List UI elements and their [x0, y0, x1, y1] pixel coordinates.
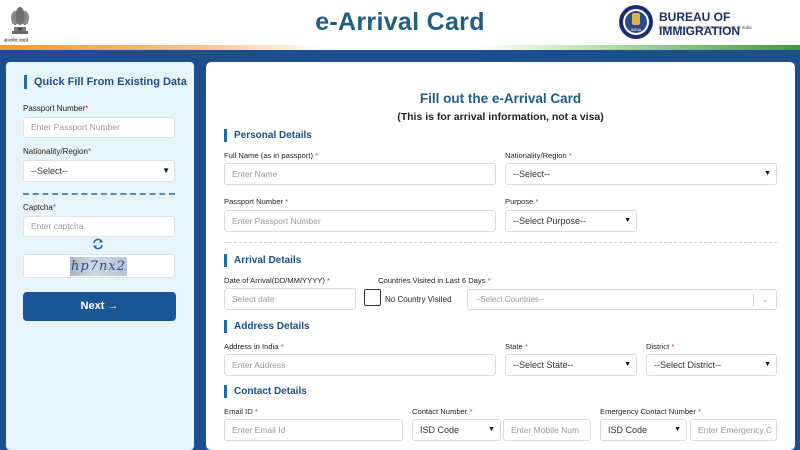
district-label: District * [646, 342, 675, 351]
arrival-date-label: Date of Arrival(DD/MM/YYYY) * [224, 276, 330, 285]
email-input[interactable]: Enter Email Id [224, 419, 403, 441]
boi-logo-text: INDIA [631, 27, 642, 32]
quick-fill-title: Quick Fill From Existing Data [24, 75, 187, 89]
chevron-down-icon: ⌄ [761, 294, 769, 304]
countries-visited-label: Countries Visited in Last 6 Days * [378, 276, 491, 285]
purpose-select[interactable]: --Select Purpose-- ▼ [505, 210, 637, 232]
boi-logo-icon: INDIA [619, 5, 653, 39]
emergency-contact-label: Emergency Contact Number * [600, 407, 701, 416]
refresh-icon[interactable] [92, 238, 104, 250]
boi-subtitle: Ministry of Home Affairs, Government of … [659, 25, 752, 30]
quick-nationality-label: Nationality/Region* [23, 147, 92, 156]
emergency-number-input[interactable]: Enter Emergency C [690, 419, 777, 441]
next-button[interactable]: Next → [23, 292, 176, 321]
district-select[interactable]: --Select District-- ▼ [646, 354, 777, 376]
state-select[interactable]: --Select State-- ▼ [505, 354, 637, 376]
contact-number-label: Contact Number * [412, 407, 473, 416]
chevron-down-icon: ▼ [764, 361, 771, 368]
full-name-input[interactable]: Enter Name [224, 163, 496, 185]
captcha-box: hp7nx2 [23, 254, 175, 278]
divider [23, 193, 175, 195]
quick-passport-input[interactable]: Enter Passport Number [23, 117, 175, 138]
captcha-input[interactable]: Enter captcha [23, 216, 175, 237]
address-input[interactable]: Enter Address [224, 354, 496, 376]
section-arrival-details: Arrival Details [224, 254, 301, 267]
quick-passport-label: Passport Number* [23, 104, 89, 113]
form-title: Fill out the e-Arrival Card [419, 91, 582, 106]
tricolor-stripe [0, 45, 800, 50]
section-personal-details: Personal Details [224, 129, 312, 142]
chevron-down-icon: ▼ [674, 426, 681, 433]
isd-code-select[interactable]: ISD Code ▼ [412, 419, 501, 441]
arrival-date-input[interactable]: Select date [224, 288, 356, 310]
passport-input[interactable]: Enter Passport Number [224, 210, 496, 232]
address-label: Address in India * [224, 342, 284, 351]
section-divider [224, 242, 777, 243]
purpose-label: Purpose * [505, 197, 539, 206]
nationality-select[interactable]: --Select-- ▼ [505, 163, 777, 185]
mobile-number-input[interactable]: Enter Mobile Num [503, 419, 591, 441]
state-label: State * [505, 342, 528, 351]
captcha-image: hp7nx2 [70, 257, 127, 276]
emblem-caption: सत्यमेव जयते [4, 38, 29, 44]
chevron-down-icon: ▼ [624, 217, 631, 224]
no-country-checkbox[interactable] [364, 289, 381, 306]
nationality-label: Nationality/Region * [505, 151, 572, 160]
arrival-form: Fill out the e-Arrival Card (This is for… [206, 62, 795, 450]
boi-title: BUREAU OF IMMIGRATION [659, 10, 741, 38]
quick-fill-panel: Quick Fill From Existing Data Passport N… [6, 62, 194, 450]
site-header: सत्यमेव जयते e-Arrival Card INDIA BUREAU… [0, 0, 800, 50]
full-name-label: Full Name (as in passport) * [224, 151, 319, 160]
countries-select[interactable]: --Select Countries-- ⌄ [467, 289, 777, 310]
quick-nationality-select[interactable]: --Select-- ▼ [23, 160, 175, 182]
emergency-isd-select[interactable]: ISD Code ▼ [600, 419, 687, 441]
chevron-down-icon: ▼ [162, 166, 170, 175]
form-subtitle: (This is for arrival information, not a … [397, 111, 604, 123]
section-contact-details: Contact Details [224, 385, 307, 398]
captcha-label: Captcha* [23, 203, 56, 212]
no-country-label: No Country Visited [385, 295, 452, 304]
chevron-down-icon: ▼ [764, 170, 771, 177]
email-label: Email ID * [224, 407, 258, 416]
passport-label: Passport Number * [224, 197, 289, 206]
chevron-down-icon: ▼ [488, 426, 495, 433]
chevron-down-icon: ▼ [624, 361, 631, 368]
section-address-details: Address Details [224, 320, 310, 333]
